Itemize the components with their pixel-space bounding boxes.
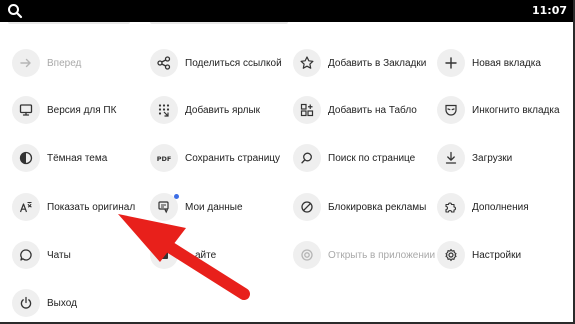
- unknown-icon: [150, 241, 178, 269]
- menu-item-label: Выход: [47, 297, 77, 309]
- menu-item-forward[interactable]: Вперед: [12, 45, 81, 81]
- menu-item-chats[interactable]: Чаты: [12, 237, 71, 273]
- menu-item-new-tab[interactable]: Новая вкладка: [437, 45, 541, 81]
- search-icon[interactable]: [7, 3, 23, 19]
- puzzle-icon: [437, 193, 465, 221]
- desktop-icon: [12, 96, 40, 124]
- find-icon: [293, 144, 321, 172]
- star-icon: [293, 49, 321, 77]
- menu-item-label: Блокировка рекламы: [328, 201, 427, 213]
- menu-item-label: Настройки: [472, 249, 522, 261]
- menu-item-label: Сохранить страницу: [185, 152, 281, 164]
- incognito-mask-icon: [437, 96, 465, 124]
- strip-segment: [150, 22, 288, 24]
- menu-item-extensions[interactable]: Дополнения: [437, 189, 529, 225]
- chat-bubble-icon: [12, 241, 40, 269]
- menu-item-save-page[interactable]: PDF Сохранить страницу: [150, 140, 280, 176]
- menu-item-hidden-by-arrow[interactable]: …айте: [150, 237, 216, 273]
- menu-item-dark-theme[interactable]: Тёмная тема: [12, 140, 107, 176]
- menu-item-label: Чаты: [47, 249, 71, 261]
- menu-item-label: Новая вкладка: [472, 57, 541, 69]
- shortcut-grid-icon: [150, 96, 178, 124]
- svg-text:PDF: PDF: [157, 155, 172, 163]
- menu-item-label: Поделиться ссылкой: [185, 57, 282, 69]
- menu-item-label: Дополнения: [472, 201, 529, 213]
- my-data-icon: [150, 193, 179, 221]
- menu-item-settings[interactable]: Настройки: [437, 237, 521, 273]
- menu-item-label: Версия для ПК: [47, 104, 117, 116]
- menu-item-label: Инкогнито вкладка: [472, 104, 560, 116]
- power-icon: [12, 289, 40, 317]
- plus-icon: [437, 49, 465, 77]
- translate-icon: [12, 193, 40, 221]
- menu-item-open-in-app[interactable]: Открыть в приложении: [293, 237, 435, 273]
- menu-item-ad-block[interactable]: Блокировка рекламы: [293, 189, 426, 225]
- top-strip: [0, 22, 575, 30]
- menu-item-label: …айте: [185, 249, 217, 261]
- notification-badge: [174, 194, 179, 199]
- menu-item-exit[interactable]: Выход: [12, 285, 77, 321]
- menu-item-label: Поиск по странице: [328, 152, 416, 164]
- menu-item-label: Показать оригинал: [47, 201, 136, 213]
- menu-item-label: Тёмная тема: [47, 152, 108, 164]
- gear-icon: [437, 241, 465, 269]
- menu-item-desktop-version[interactable]: Версия для ПК: [12, 92, 116, 128]
- menu-item-find-on-page[interactable]: Поиск по странице: [293, 140, 415, 176]
- clock: 11:07: [531, 4, 567, 17]
- menu-item-label: Мои данные: [185, 201, 243, 213]
- strip-segment: [8, 22, 130, 24]
- pdf-icon: PDF: [150, 144, 178, 172]
- menu-item-label: Добавить ярлык: [185, 104, 261, 116]
- menu-item-label: Вперед: [47, 57, 82, 69]
- menu-item-add-bookmark[interactable]: Добавить в Закладки: [293, 45, 426, 81]
- menu-item-downloads[interactable]: Загрузки: [437, 140, 512, 176]
- menu-item-label: Загрузки: [472, 152, 513, 164]
- half-circle-icon: [12, 144, 40, 172]
- share-icon: [150, 49, 178, 77]
- menu-item-label: Добавить в Закладки: [328, 57, 427, 69]
- menu-item-label: Добавить на Табло: [328, 104, 417, 116]
- menu-item-incognito-tab[interactable]: Инкогнито вкладка: [437, 92, 560, 128]
- open-in-app-icon: [293, 241, 321, 269]
- block-icon: [293, 193, 321, 221]
- status-bar: 11:07: [0, 0, 575, 22]
- dashboard-icon: [293, 96, 321, 124]
- menu-item-add-shortcut[interactable]: Добавить ярлык: [150, 92, 260, 128]
- menu-item-add-to-dashboard[interactable]: Добавить на Табло: [293, 92, 417, 128]
- menu-item-my-data[interactable]: Мои данные: [150, 189, 243, 225]
- menu-item-share-link[interactable]: Поделиться ссылкой: [150, 45, 282, 81]
- menu-item-label: Открыть в приложении: [328, 249, 436, 261]
- menu-item-show-original[interactable]: Показать оригинал: [12, 189, 135, 225]
- arrow-right-icon: [12, 49, 40, 77]
- download-icon: [437, 144, 465, 172]
